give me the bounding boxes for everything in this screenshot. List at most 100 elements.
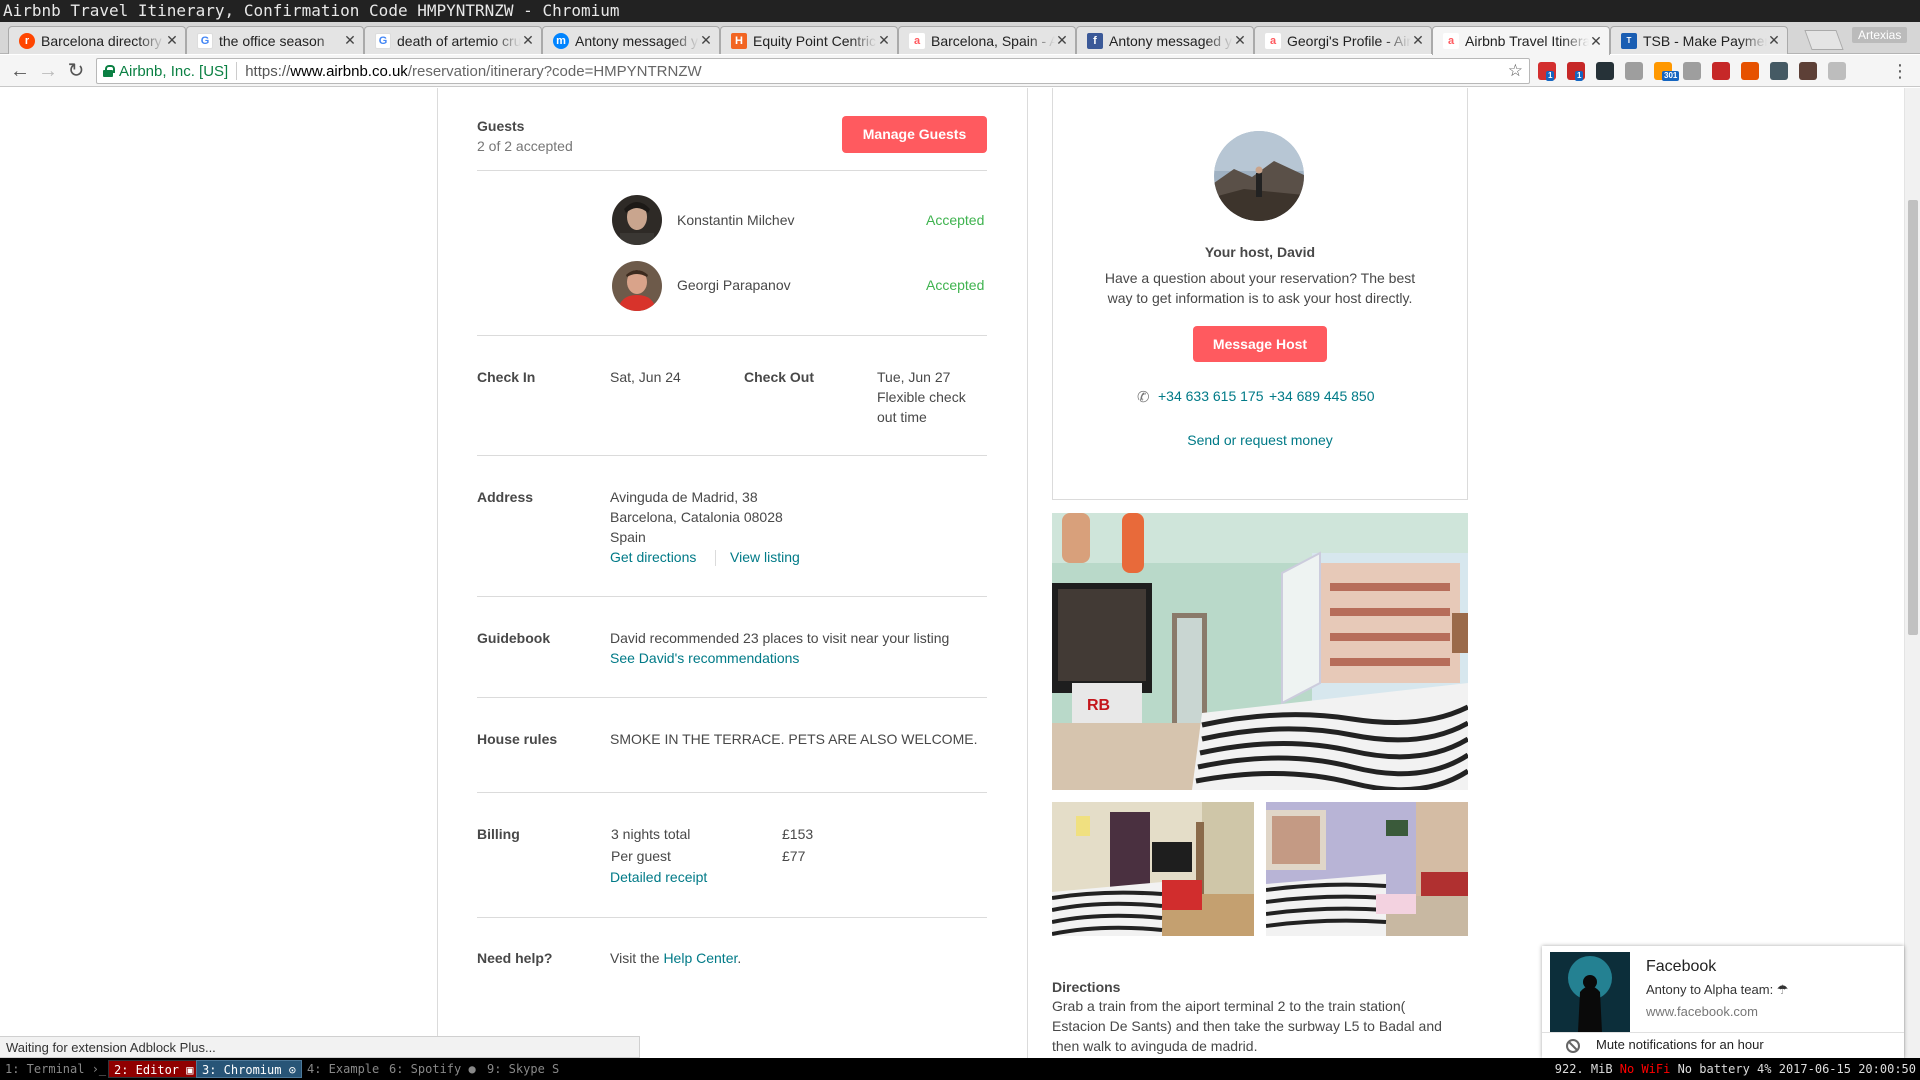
tsb-icon: T bbox=[1621, 32, 1637, 49]
tab-7[interactable]: a Georgi's Profile - Airbnb ✕ bbox=[1254, 26, 1432, 54]
bookmark-icon[interactable] bbox=[1712, 62, 1730, 80]
tab-4[interactable]: H Equity Point Centric ✕ bbox=[720, 26, 898, 54]
wifi-status: No WiFi bbox=[1619, 1062, 1671, 1076]
address-line: Barcelona, Catalonia 08028 bbox=[610, 509, 783, 525]
tab-5[interactable]: a Barcelona, Spain - Airbnb ✕ bbox=[898, 26, 1076, 54]
workspace-button[interactable]: 3: Chromium ⊙ bbox=[196, 1060, 302, 1078]
host-phone-link[interactable]: +34 689 445 850 bbox=[1269, 386, 1375, 406]
menu-kebab-icon[interactable]: ⋮ bbox=[1888, 59, 1912, 83]
divider bbox=[477, 455, 987, 456]
ghost-icon[interactable] bbox=[1828, 62, 1846, 80]
workspace-button[interactable]: 6: Spotify ● bbox=[384, 1060, 481, 1078]
tab-title: Barcelona directory bbox=[41, 32, 162, 49]
checkout-label: Check Out bbox=[744, 369, 815, 385]
screen-icon[interactable] bbox=[1625, 62, 1643, 80]
message-host-button[interactable]: Message Host bbox=[1193, 326, 1327, 362]
billing-per-guest-label: Per guest bbox=[611, 848, 671, 864]
k-icon[interactable] bbox=[1799, 62, 1817, 80]
block-icon bbox=[1566, 1039, 1580, 1053]
url-path: /reservation/itinerary?code=HMPYNTRNZW bbox=[407, 62, 702, 80]
see-recommendations-link[interactable]: See David's recommendations bbox=[610, 648, 799, 668]
google-icon: G bbox=[197, 32, 213, 49]
tab-title: Antony messaged you bbox=[1109, 32, 1233, 49]
avatar[interactable] bbox=[612, 195, 662, 245]
help-text: Visit the Help Center. bbox=[610, 948, 741, 968]
close-icon[interactable]: ✕ bbox=[1233, 32, 1247, 49]
tab-title: Barcelona, Spain - Airbnb bbox=[931, 32, 1055, 49]
alert-icon[interactable] bbox=[1741, 62, 1759, 80]
tab-1[interactable]: G the office season ✕ bbox=[186, 26, 364, 54]
link-separator bbox=[715, 550, 716, 566]
close-icon[interactable]: ✕ bbox=[699, 32, 713, 49]
detailed-receipt-link[interactable]: Detailed receipt bbox=[610, 867, 707, 887]
reddit-icon: r bbox=[19, 32, 35, 49]
guest-status-accepted: Accepted bbox=[926, 277, 985, 293]
close-icon[interactable]: ✕ bbox=[1767, 32, 1781, 49]
tab-2[interactable]: G death of artemio cruz ✕ bbox=[364, 26, 542, 54]
ublock-icon[interactable]: 1 bbox=[1567, 62, 1585, 81]
tab-6[interactable]: f Antony messaged you ✕ bbox=[1076, 26, 1254, 54]
workspace-button[interactable]: 9: Skype S bbox=[482, 1060, 564, 1078]
address-bar[interactable]: Airbnb, Inc. [US] https:// www.airbnb.co… bbox=[96, 58, 1530, 84]
tab-title: Georgi's Profile - Airbnb bbox=[1287, 32, 1411, 49]
messenger-icon: m bbox=[553, 32, 569, 49]
url-scheme: https:// bbox=[245, 62, 291, 80]
close-icon[interactable]: ✕ bbox=[343, 32, 357, 49]
abp-icon[interactable]: 1 bbox=[1538, 62, 1556, 81]
close-icon[interactable]: ✕ bbox=[1055, 32, 1069, 49]
guests-label: Guests bbox=[477, 118, 525, 134]
tab-8-active[interactable]: a Airbnb Travel Itinerary ✕ bbox=[1432, 26, 1610, 55]
host-avatar[interactable] bbox=[1214, 131, 1304, 221]
airbnb-icon: a bbox=[1265, 32, 1281, 49]
listing-photo-thumb[interactable] bbox=[1266, 802, 1468, 936]
workspace-button[interactable]: 2: Editor ▣ bbox=[108, 1060, 200, 1078]
billing-nights-value: £153 bbox=[782, 826, 814, 842]
directions-text: Grab a train from the aiport terminal 2 … bbox=[1052, 998, 1406, 1014]
host-title: Your host, David bbox=[1204, 244, 1316, 260]
directions-label: Directions bbox=[1052, 979, 1121, 995]
divider bbox=[477, 170, 987, 171]
desktop-notification[interactable]: Facebook Antony to Alpha team: ☂ www.fac… bbox=[1542, 946, 1904, 1058]
workspace-button[interactable]: 4: Example bbox=[302, 1060, 384, 1078]
bookmark-star-icon[interactable]: ☆ bbox=[1508, 61, 1523, 81]
listing-photo-main[interactable]: RB bbox=[1052, 513, 1468, 790]
mute-notifications-button[interactable]: Mute notifications for an hour bbox=[1542, 1032, 1904, 1058]
forward-arrow-icon[interactable]: → bbox=[36, 59, 60, 83]
reload-icon[interactable]: ↻ bbox=[64, 59, 88, 83]
tab-title: Antony messaged you bbox=[575, 32, 699, 49]
avatar[interactable] bbox=[612, 261, 662, 311]
close-icon[interactable]: ✕ bbox=[1411, 32, 1425, 49]
checkin-label: Check In bbox=[477, 369, 536, 385]
host-phone-link[interactable]: +34 633 615 175 bbox=[1158, 386, 1264, 406]
tab-3[interactable]: m Antony messaged you ✕ bbox=[542, 26, 720, 54]
window-title: Airbnb Travel Itinerary, Confirmation Co… bbox=[0, 0, 1920, 22]
rss-icon[interactable]: 301 bbox=[1654, 62, 1680, 81]
grey-icon[interactable] bbox=[1683, 62, 1701, 80]
scrollbar-thumb[interactable] bbox=[1908, 200, 1918, 635]
guest-name[interactable]: Konstantin Milchev bbox=[677, 210, 795, 230]
back-arrow-icon[interactable]: ← bbox=[8, 59, 32, 83]
view-listing-link[interactable]: View listing bbox=[730, 547, 800, 567]
guest-name[interactable]: Georgi Parapanov bbox=[677, 275, 791, 295]
new-tab-button[interactable] bbox=[1804, 30, 1844, 50]
notification-image bbox=[1550, 952, 1630, 1032]
tab-0[interactable]: r Barcelona directory ✕ bbox=[8, 26, 186, 54]
pocket-icon[interactable] bbox=[1596, 62, 1614, 80]
rocket-icon[interactable] bbox=[1770, 62, 1788, 80]
mute-label: Mute notifications for an hour bbox=[1596, 1037, 1764, 1052]
close-icon[interactable]: ✕ bbox=[877, 32, 891, 49]
tab-9[interactable]: T TSB - Make Payment ✕ bbox=[1610, 26, 1788, 54]
extension-badge: 301 bbox=[1662, 71, 1680, 81]
manage-guests-button[interactable]: Manage Guests bbox=[842, 116, 987, 153]
page-scrollbar[interactable] bbox=[1904, 88, 1920, 1058]
close-icon[interactable]: ✕ bbox=[165, 32, 179, 49]
close-icon[interactable]: ✕ bbox=[521, 32, 535, 49]
send-request-money-link[interactable]: Send or request money bbox=[1052, 430, 1468, 450]
workspace-button[interactable]: 1: Terminal ›_ bbox=[0, 1060, 111, 1078]
help-center-link[interactable]: Help Center bbox=[663, 950, 737, 966]
need-help-label: Need help? bbox=[477, 950, 553, 966]
close-icon[interactable]: ✕ bbox=[1589, 33, 1603, 50]
profile-button[interactable]: Artexias bbox=[1852, 27, 1908, 43]
listing-photo-thumb[interactable] bbox=[1052, 802, 1254, 936]
get-directions-link[interactable]: Get directions bbox=[610, 547, 696, 567]
